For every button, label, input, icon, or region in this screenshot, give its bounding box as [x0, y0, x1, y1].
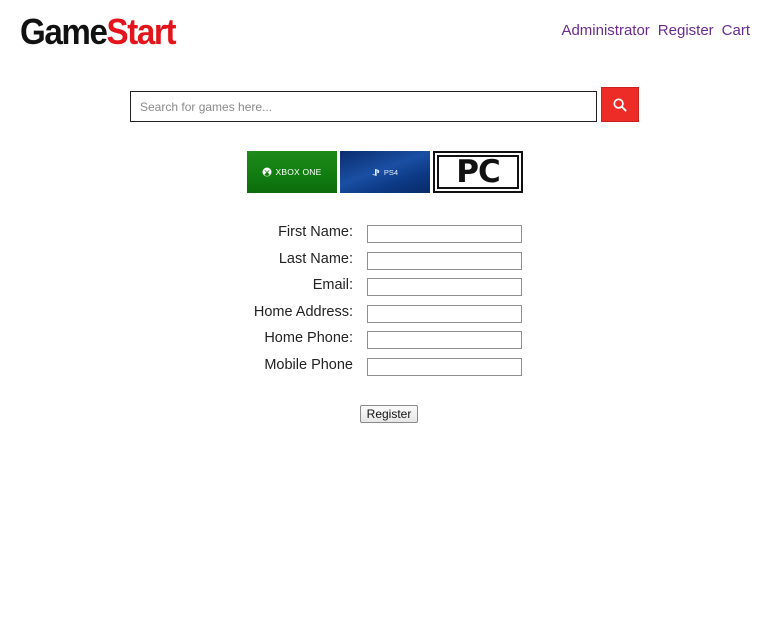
home-address-label: Home Address: — [253, 304, 353, 320]
last-name-label: Last Name: — [278, 251, 353, 267]
search-button[interactable] — [601, 87, 639, 122]
playstation-logo-icon — [371, 168, 380, 176]
xbox-one-tile[interactable]: XBOX ONE — [247, 151, 337, 193]
home-address-row: Home Address: — [0, 304, 768, 325]
last-name-row: Last Name: — [0, 251, 768, 272]
first-name-row: First Name: — [0, 224, 768, 245]
ps4-label: PS4 — [383, 167, 399, 177]
logo-game-text: Game — [20, 11, 108, 52]
page: GameStart Administrator Register Cart XB… — [0, 0, 768, 636]
mobile-phone-input[interactable] — [367, 358, 522, 376]
top-nav: Administrator Register Cart — [561, 22, 750, 39]
search-input[interactable] — [130, 91, 597, 122]
search-icon — [613, 97, 627, 112]
mobile-phone-label: Mobile Phone — [264, 357, 353, 373]
first-name-label: First Name: — [278, 224, 353, 240]
nav-register-link[interactable]: Register — [658, 22, 714, 39]
email-row: Email: — [0, 277, 768, 298]
xbox-one-label: XBOX ONE — [275, 167, 322, 177]
register-submit-button[interactable]: Register — [360, 405, 418, 423]
nav-cart-link[interactable]: Cart — [722, 22, 750, 39]
last-name-input[interactable] — [367, 252, 522, 270]
home-phone-row: Home Phone: — [0, 330, 768, 351]
pc-label: PC — [456, 153, 500, 190]
ps4-tile[interactable]: PS4 — [340, 151, 430, 193]
mobile-phone-row: Mobile Phone — [0, 357, 768, 378]
email-input[interactable] — [367, 278, 522, 296]
logo-start-text: Start — [106, 11, 177, 52]
pc-badge: PC — [437, 155, 519, 189]
first-name-input[interactable] — [367, 225, 522, 243]
gamestart-logo[interactable]: GameStart — [20, 11, 177, 52]
nav-administrator-link[interactable]: Administrator — [561, 22, 649, 39]
pc-tile[interactable]: PC — [433, 151, 523, 193]
home-phone-input[interactable] — [367, 331, 522, 349]
email-label: Email: — [312, 277, 353, 293]
home-address-input[interactable] — [367, 305, 522, 323]
xbox-logo-icon — [262, 167, 272, 177]
home-phone-label: Home Phone: — [264, 330, 353, 346]
